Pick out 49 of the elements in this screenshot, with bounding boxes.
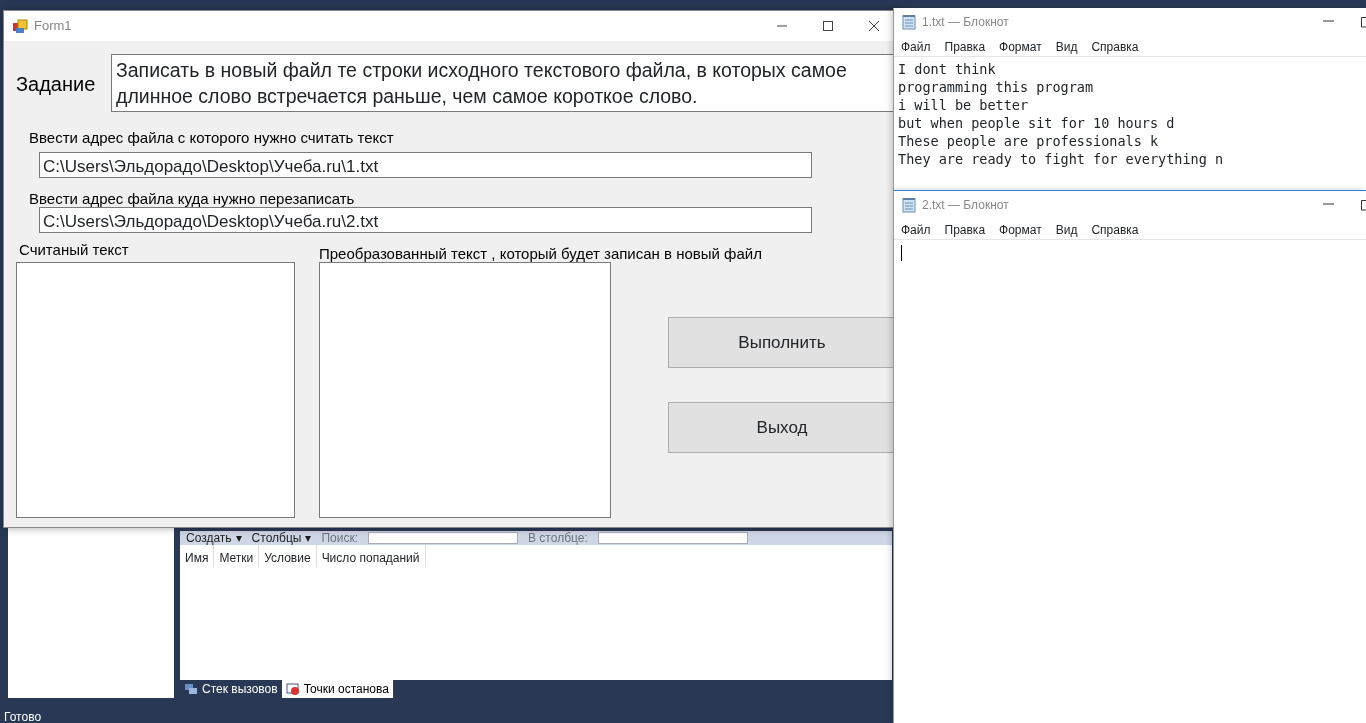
field-label: Ввести адрес файла куда нужно перезаписать [29, 189, 355, 209]
app-icon [12, 18, 28, 34]
notepad-icon [902, 14, 916, 30]
menu-item[interactable]: Файл [901, 221, 931, 237]
notepad-icon [902, 197, 916, 213]
stack-icon [184, 683, 198, 695]
status-text: Готово [4, 709, 42, 723]
path-field[interactable]: C:\Users\Эльдорадо\Desktop\Учеба.ru\2.txt [39, 207, 812, 233]
text-line: I dont think [898, 60, 997, 78]
dropdown-button[interactable]: Создать ▾ [186, 531, 242, 545]
menu-item[interactable]: Вид [1055, 221, 1078, 237]
menu-item[interactable]: Вид [1055, 38, 1078, 54]
window-title: 1.txt — Блокнот [922, 14, 1009, 31]
breakpoint-icon [285, 683, 300, 695]
column-header[interactable]: Метки [214, 545, 260, 567]
column-header[interactable]: Число попаданий [316, 545, 426, 567]
menu-item[interactable]: Файл [901, 38, 931, 54]
menu-item[interactable]: Правка [944, 38, 986, 54]
window-title: 2.txt — Блокнот [922, 197, 1009, 214]
menu-item[interactable]: Справка [1091, 221, 1139, 237]
search-field[interactable] [368, 532, 518, 544]
field-label: Поиск: [321, 531, 358, 545]
window-title: Form1 [34, 17, 72, 36]
action-button[interactable]: Выполнить [668, 317, 896, 368]
menu-item[interactable]: Формат [999, 38, 1042, 54]
dropdown-button[interactable]: Столбцы ▾ [251, 531, 312, 545]
field-label: Считаный текст [19, 240, 129, 260]
column-header[interactable]: Условие [259, 545, 317, 567]
field-label: Преобразованный текст , который будет записан в новый файл [319, 244, 762, 264]
maximize-button[interactable] [1360, 199, 1366, 211]
text-line: These people are professionals k [898, 132, 1160, 150]
maximize-button[interactable] [1360, 16, 1366, 28]
task-label: Задание [16, 72, 96, 97]
text-line: i will be better [898, 96, 1030, 114]
action-button[interactable]: Выход [668, 402, 896, 453]
text-line: but when people sit for 10 hours d [898, 114, 1176, 132]
panel-tab[interactable]: Точки останова [281, 680, 393, 698]
path-field[interactable]: C:\Users\Эльдорадо\Desktop\Учеба.ru\1.txt [39, 152, 812, 178]
menu-item[interactable]: Справка [1091, 38, 1139, 54]
column-header[interactable]: Имя [180, 545, 215, 567]
search-field[interactable] [597, 532, 748, 544]
panel-tab[interactable]: Стек вызовов [180, 680, 282, 698]
text-line: They are ready to fight for everything n [898, 150, 1225, 168]
field-label: Ввести адрес файла с которого нужно считать текст [29, 128, 394, 148]
menu-item[interactable]: Формат [999, 221, 1042, 237]
text-line: programming this program [898, 78, 1095, 96]
field-label: В столбце: [528, 531, 588, 545]
menu-item[interactable]: Правка [944, 221, 986, 237]
text-cursor [901, 245, 902, 261]
